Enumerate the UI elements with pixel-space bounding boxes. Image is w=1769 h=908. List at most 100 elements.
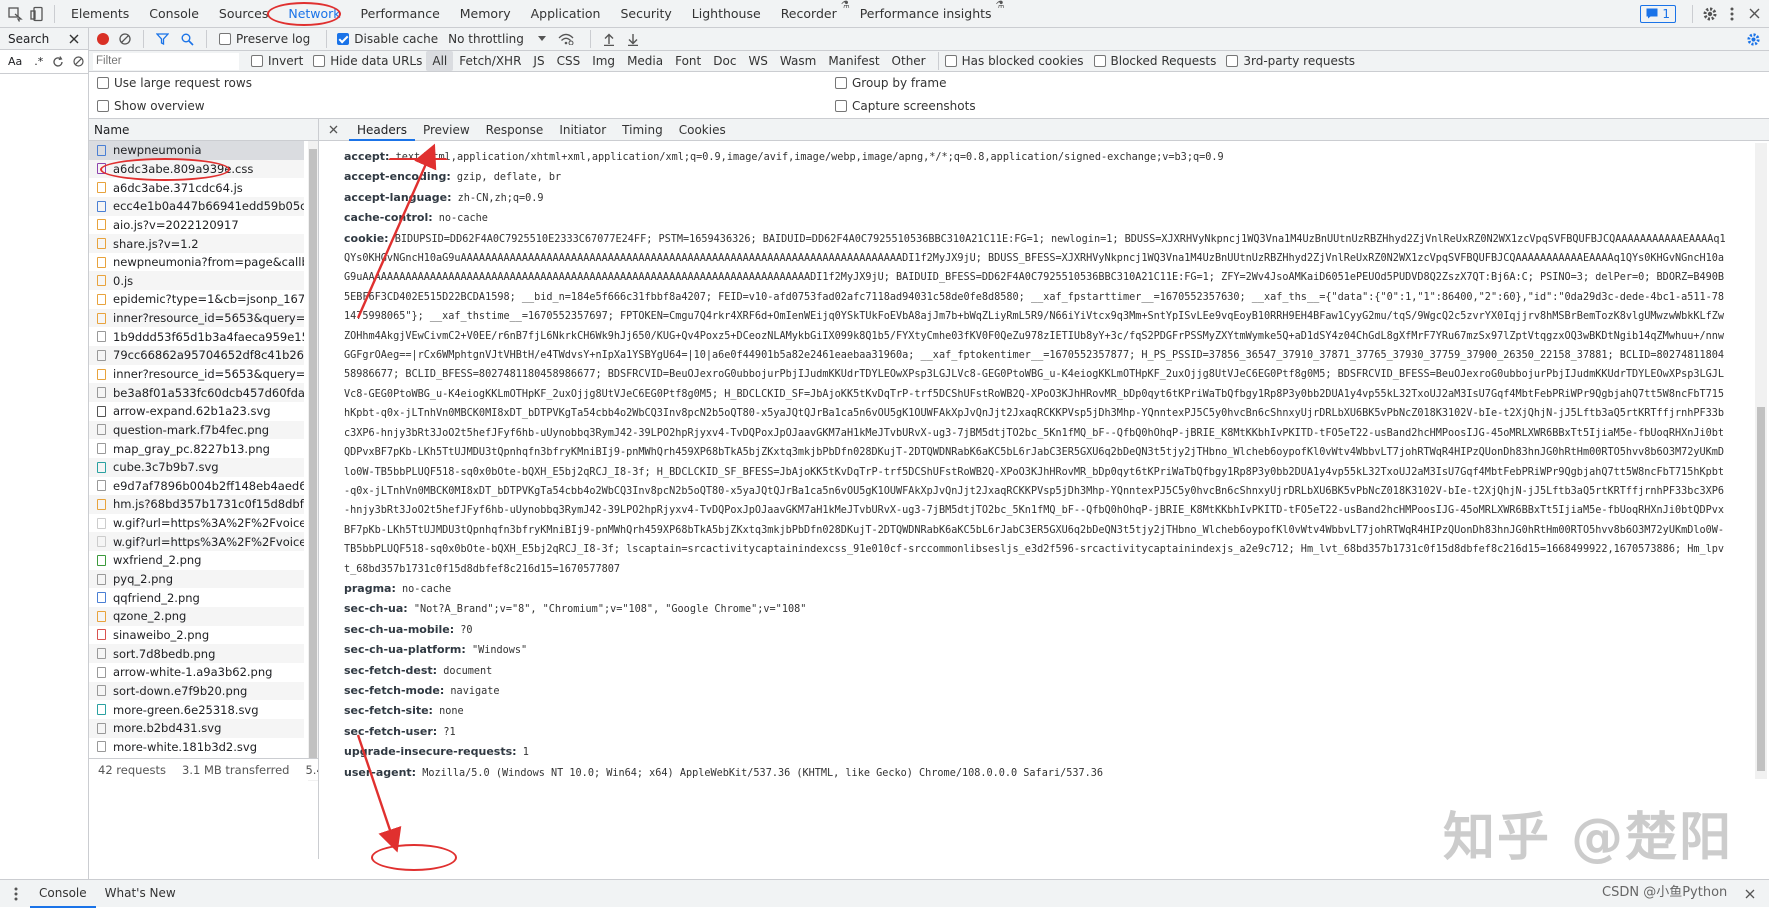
filter-wasm[interactable]: Wasm [774, 51, 822, 71]
filter-all[interactable]: All [426, 51, 454, 71]
request-row[interactable]: e9d7af7896b004b2ff148eb4aed64c49.pn... [89, 477, 304, 496]
import-har-icon[interactable] [603, 33, 615, 46]
request-row[interactable]: inner?resource_id=5653&query=%E5%9... [89, 308, 304, 328]
request-row[interactable]: share.js?v=1.2 [89, 234, 304, 253]
drawer-tab-console[interactable]: Console [30, 880, 96, 908]
request-row[interactable]: sort-down.e7f9b20.png [89, 681, 304, 701]
request-row[interactable]: newpneumonia?from=page&callback=js... [89, 253, 304, 272]
match-case-toggle[interactable]: Aa [8, 55, 22, 68]
filter-js[interactable]: JS [527, 51, 550, 71]
detail-tab-response[interactable]: Response [478, 119, 552, 141]
tab-elements[interactable]: Elements [61, 0, 139, 28]
request-row[interactable]: a6dc3abe.371cdc64.js [89, 178, 304, 197]
tab-security[interactable]: Security [610, 0, 681, 28]
kebab-menu-icon[interactable] [1721, 3, 1743, 25]
third-party-requests-checkbox[interactable] [1226, 55, 1239, 67]
request-row[interactable]: more.b2bd431.svg [89, 718, 304, 738]
request-row[interactable]: arrow-white-1.a9a3b62.png [89, 663, 304, 682]
filter-doc[interactable]: Doc [707, 51, 742, 71]
tab-performance[interactable]: Performance [351, 0, 450, 28]
tab-application[interactable]: Application [521, 0, 611, 28]
request-list-scrollbar[interactable] [308, 141, 318, 781]
regex-toggle[interactable]: .* [34, 55, 43, 68]
scrollbar-thumb[interactable] [1757, 407, 1765, 771]
dropdown-arrow-icon[interactable] [537, 36, 546, 42]
request-row[interactable]: 1b9ddd53f65d1b3a4faeca959e15d425c8... [89, 327, 304, 346]
tab-performance-insights[interactable]: Performance insights [850, 0, 992, 28]
filter-manifest[interactable]: Manifest [822, 51, 885, 71]
export-har-icon[interactable] [627, 33, 639, 46]
scrollbar-thumb[interactable] [309, 149, 317, 769]
request-row[interactable]: arrow-expand.62b1a23.svg [89, 402, 304, 421]
filter-css[interactable]: CSS [551, 51, 587, 71]
request-row[interactable]: epidemic?type=1&cb=jsonp_16705778... [89, 290, 304, 309]
network-settings-gear-icon[interactable] [1746, 32, 1761, 47]
request-row[interactable]: qqfriend_2.png [89, 588, 304, 607]
large-rows-checkbox[interactable] [97, 77, 109, 89]
tab-console[interactable]: Console [139, 0, 209, 28]
settings-gear-icon[interactable] [1699, 3, 1721, 25]
show-overview-checkbox[interactable] [97, 100, 109, 112]
tab-sources[interactable]: Sources [209, 0, 278, 28]
tab-network[interactable]: Network [278, 0, 350, 28]
detail-tab-initiator[interactable]: Initiator [551, 119, 614, 141]
detail-tab-timing[interactable]: Timing [614, 119, 671, 141]
request-row[interactable]: qzone_2.png [89, 607, 304, 626]
clear-log-icon[interactable] [119, 33, 131, 45]
close-devtools-icon[interactable] [1743, 3, 1765, 25]
tab-memory[interactable]: Memory [450, 0, 521, 28]
request-row[interactable]: aio.js?v=2022120917 [89, 216, 304, 235]
close-detail-icon[interactable] [329, 125, 338, 134]
inspect-element-icon[interactable] [4, 3, 26, 25]
detail-scrollbar[interactable] [1755, 143, 1767, 779]
request-row[interactable]: sinaweibo_2.png [89, 626, 304, 645]
detail-tab-preview[interactable]: Preview [415, 119, 478, 141]
drawer-tab-what-s-new[interactable]: What's New [96, 880, 185, 908]
throttling-select[interactable]: No throttling [448, 32, 524, 46]
name-column-header[interactable]: Name [89, 119, 318, 141]
search-icon[interactable] [181, 33, 194, 46]
filter-fetch-xhr[interactable]: Fetch/XHR [453, 51, 527, 71]
clear-search-icon[interactable] [73, 56, 84, 67]
filter-ws[interactable]: WS [742, 51, 773, 71]
request-row[interactable]: 79cc66862a95704652df8c41b269afdd.pn... [89, 346, 304, 365]
invert-checkbox[interactable] [251, 55, 263, 67]
request-row[interactable]: w.gif?url=https%3A%2F%2Fvoice.baidu.c... [89, 514, 304, 533]
drawer-menu-icon[interactable] [14, 887, 18, 901]
network-conditions-icon[interactable] [558, 33, 574, 45]
request-row[interactable]: more-green.6e25318.svg [89, 700, 304, 719]
hide-data-urls-checkbox[interactable] [313, 55, 326, 67]
group-by-frame-checkbox[interactable] [835, 77, 847, 89]
request-row[interactable]: more-white.181b3d2.svg [89, 738, 304, 757]
preserve-log-checkbox[interactable] [219, 33, 231, 45]
issues-badge[interactable]: 1 [1640, 4, 1676, 23]
filter-input[interactable] [93, 52, 239, 70]
refresh-icon[interactable] [52, 55, 64, 68]
close-drawer-icon[interactable] [1745, 889, 1755, 899]
request-row[interactable]: inner?resource_id=5653&query=%E5%9... [89, 365, 304, 384]
filter-media[interactable]: Media [621, 51, 669, 71]
request-row[interactable]: ecc4e1b0a447b66941edd59b05c2a01a.p... [89, 196, 304, 216]
request-row[interactable]: a6dc3abe.809a939e.css [89, 159, 304, 179]
request-row[interactable]: w.gif?url=https%3A%2F%2Fvoice.baidu.c... [89, 532, 304, 552]
filter-funnel-icon[interactable] [156, 33, 169, 45]
request-row[interactable]: wxfriend_2.png [89, 551, 304, 570]
request-row[interactable]: 0.js [89, 271, 304, 291]
record-button[interactable] [97, 33, 109, 45]
detail-tab-cookies[interactable]: Cookies [671, 119, 734, 141]
disable-cache-checkbox[interactable] [337, 33, 350, 45]
request-row[interactable]: map_gray_pc.8227b13.png [89, 439, 304, 458]
request-row[interactable]: sort.7d8bedb.png [89, 644, 304, 663]
device-toolbar-icon[interactable] [26, 3, 48, 25]
request-row[interactable]: hm.js?68bd357b1731c0f15d8dbfef8c216... [89, 495, 304, 514]
tab-lighthouse[interactable]: Lighthouse [682, 0, 771, 28]
blocked-requests-checkbox[interactable] [1093, 55, 1106, 67]
filter-other[interactable]: Other [886, 51, 932, 71]
request-row[interactable]: question-mark.f7b4fec.png [89, 420, 304, 440]
tab-recorder[interactable]: Recorder [771, 0, 837, 28]
close-icon[interactable] [69, 34, 79, 44]
request-row[interactable]: cube.3c7b9b7.svg [89, 457, 304, 477]
detail-tab-headers[interactable]: Headers [349, 119, 415, 141]
request-row[interactable]: pyq_2.png [89, 569, 304, 589]
capture-screenshots-checkbox[interactable] [835, 100, 847, 112]
